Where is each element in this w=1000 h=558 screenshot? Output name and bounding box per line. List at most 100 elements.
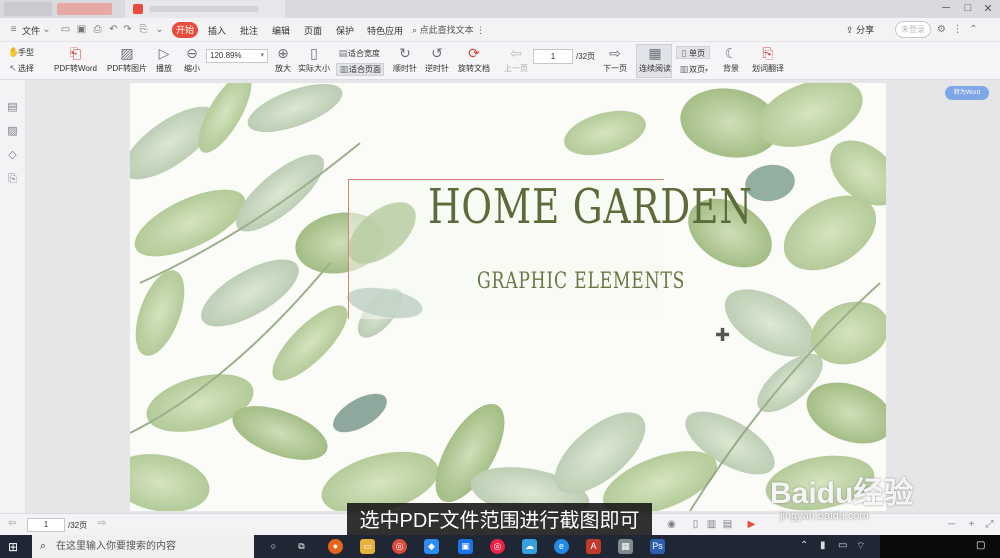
- notification-icon[interactable]: ▢: [976, 540, 985, 551]
- prev-page-button[interactable]: ⇦ 上一页: [504, 45, 528, 74]
- page-count: /32页: [576, 52, 596, 61]
- share-button[interactable]: ⇪ 分享: [846, 23, 874, 36]
- taskbar-search-box[interactable]: ⌕ 在这里输入你要搜索的内容: [32, 535, 254, 558]
- zoom-out-button[interactable]: ⊖ 缩小: [183, 45, 201, 74]
- continuous-reading-button[interactable]: ▦ 连续阅读: [639, 45, 671, 74]
- image-icon[interactable]: ▨: [6, 125, 19, 138]
- next-page-icon[interactable]: ⇨: [98, 518, 106, 529]
- app-icon-cloud[interactable]: ☁: [522, 539, 537, 554]
- browser-icon[interactable]: ◎: [490, 539, 505, 554]
- eye-icon[interactable]: ◉: [666, 519, 677, 530]
- rotate-document-button[interactable]: ⟳ 旋转文档: [458, 45, 490, 74]
- maximize-icon[interactable]: □: [958, 2, 978, 16]
- rotate-ccw-icon: ↺: [431, 45, 443, 61]
- edge-icon[interactable]: e: [554, 539, 569, 554]
- pdf-to-word-button[interactable]: ⎗ PDF转Word: [54, 45, 97, 74]
- double-view-icon[interactable]: ▥: [706, 519, 717, 530]
- translate-icon: ⎘: [762, 45, 774, 61]
- translate-button[interactable]: ⎘ 划词翻译: [752, 45, 784, 74]
- more-icon[interactable]: ⋮: [476, 25, 485, 35]
- photoshop-icon[interactable]: Ps: [650, 539, 665, 554]
- chrome-icon[interactable]: ◎: [392, 539, 407, 554]
- status-page-input[interactable]: 1: [27, 518, 65, 532]
- pdf-word-icon: ⎗: [69, 45, 82, 61]
- tag-icon[interactable]: ◇: [6, 149, 19, 162]
- attachment-icon[interactable]: ⎘: [6, 173, 19, 186]
- app-icon-grey[interactable]: ▦: [618, 539, 633, 554]
- single-view-icon[interactable]: ▯: [690, 519, 701, 530]
- zoom-in-icon[interactable]: +: [966, 519, 977, 530]
- rotate-cw-label: 顺时针: [393, 64, 417, 73]
- document-area: HOME GARDEN GRAPHIC ELEMENTS ✚: [26, 80, 1000, 513]
- tab-edit[interactable]: 编辑: [272, 24, 290, 37]
- firefox-icon[interactable]: ●: [328, 539, 343, 554]
- chevron-up-icon[interactable]: ⌃: [968, 24, 979, 35]
- chevron-up-icon[interactable]: ⌃: [800, 540, 808, 551]
- rotate-counterclockwise-button[interactable]: ↺ 逆时针: [425, 45, 449, 74]
- page-number-input[interactable]: 1: [533, 49, 573, 64]
- folder-open-icon[interactable]: ▭: [60, 24, 71, 35]
- hand-tool-button[interactable]: ✋手型: [8, 47, 34, 58]
- file-menu[interactable]: 文件: [22, 24, 40, 37]
- fit-page-button[interactable]: ▥适合页面: [336, 63, 384, 76]
- single-page-button[interactable]: ▯ 单页: [679, 48, 705, 59]
- gear-icon[interactable]: ⚙: [936, 24, 947, 35]
- hand-label: 手型: [18, 48, 34, 57]
- play-button[interactable]: ▷ 播放: [155, 45, 173, 74]
- play-icon[interactable]: ▶: [746, 519, 757, 530]
- zoom-select[interactable]: 120.89% ▾: [206, 49, 268, 63]
- tab-insert[interactable]: 插入: [208, 24, 226, 37]
- moon-icon: ☾: [724, 45, 738, 61]
- close-icon[interactable]: ✕: [978, 2, 998, 16]
- rotate-clockwise-button[interactable]: ↻ 顺时针: [393, 45, 417, 74]
- app-icon-chat[interactable]: ▣: [458, 539, 473, 554]
- tab-annotate[interactable]: 批注: [240, 24, 258, 37]
- format-painter-icon[interactable]: ⎘: [138, 24, 149, 35]
- background-button[interactable]: ☾ 背景: [722, 45, 740, 74]
- tab-protect[interactable]: 保护: [336, 24, 354, 37]
- search-text-box[interactable]: ⌕ 点此查找文本 ⋮: [412, 23, 485, 36]
- pdf-page[interactable]: HOME GARDEN GRAPHIC ELEMENTS ✚: [130, 83, 886, 511]
- login-button[interactable]: 未登录: [895, 21, 931, 38]
- pdf-reader-icon[interactable]: A: [586, 539, 601, 554]
- book-view-icon[interactable]: ▤: [722, 519, 733, 530]
- chevron-down-icon: ▾: [705, 68, 709, 74]
- tab-start[interactable]: 开始: [172, 22, 198, 38]
- baidu-watermark: Baidu经验 jingyan.baidu.com: [760, 460, 960, 530]
- tab-home[interactable]: [4, 2, 52, 16]
- more-options-icon[interactable]: ⋮: [952, 24, 963, 35]
- zoom-in-button[interactable]: ⊕ 放大: [274, 45, 292, 74]
- chevron-down-icon[interactable]: ⌄: [41, 24, 52, 35]
- chevron-down-icon[interactable]: ⌄: [154, 24, 165, 35]
- task-view-icon[interactable]: ⧉: [294, 539, 309, 554]
- thumbnail-icon[interactable]: ▤: [6, 101, 19, 114]
- battery-icon[interactable]: ▭: [838, 540, 847, 551]
- app-icon-blue[interactable]: ◆: [424, 539, 439, 554]
- print-icon[interactable]: ⎙: [92, 24, 103, 35]
- cortana-icon[interactable]: ○: [266, 539, 281, 554]
- fit-width-button[interactable]: ▤适合宽度: [338, 48, 380, 59]
- next-page-button[interactable]: ⇨ 下一页: [603, 45, 627, 74]
- select-tool-button[interactable]: ↖选择: [8, 63, 34, 74]
- tab-page[interactable]: 页面: [304, 24, 322, 37]
- tab-pdf-other[interactable]: [57, 3, 112, 15]
- fullscreen-icon[interactable]: ⤢: [984, 519, 995, 530]
- ribbon-toolbar: ✋手型 ↖选择 ⎗ PDF转Word ▨ PDF转图片 ▷ 播放 ⊖ 缩小 120.89…: [0, 42, 1000, 80]
- left-sidebar: ▤ ▨ ◇ ⎘: [0, 80, 26, 513]
- redo-icon[interactable]: ↷: [122, 24, 133, 35]
- save-icon[interactable]: ▣: [76, 24, 87, 35]
- windows-start-icon[interactable]: ⊞: [8, 540, 18, 554]
- tab-active-document[interactable]: [125, 0, 285, 18]
- pdf-to-image-button[interactable]: ▨ PDF转图片: [107, 45, 147, 74]
- double-page-button[interactable]: ▥双页▾: [679, 64, 708, 75]
- minimize-icon[interactable]: ─: [936, 2, 956, 16]
- microphone-icon[interactable]: ▮: [820, 540, 826, 551]
- undo-icon[interactable]: ↶: [108, 24, 119, 35]
- actual-size-button[interactable]: ▯ 实际大小: [298, 45, 330, 74]
- prev-page-icon[interactable]: ⇦: [8, 518, 16, 529]
- file-explorer-icon[interactable]: ▭: [360, 539, 375, 554]
- wifi-icon[interactable]: ⌔: [856, 540, 865, 553]
- convert-to-word-badge[interactable]: 转为Word: [945, 86, 989, 100]
- hamburger-menu-icon[interactable]: ≡: [8, 24, 19, 35]
- tab-special-apps[interactable]: 特色应用: [367, 24, 403, 37]
